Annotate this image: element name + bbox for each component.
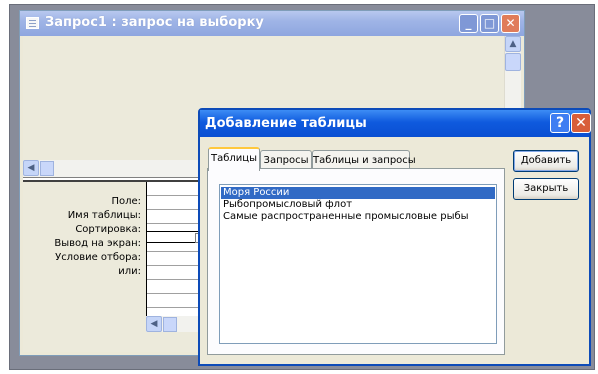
maximize-button[interactable]: □ <box>480 14 499 33</box>
scroll-left-icon[interactable]: ◀ <box>23 160 39 176</box>
query-icon <box>26 17 39 29</box>
grid-label-show: Вывод на экран: <box>54 238 141 249</box>
tab-tables[interactable]: Таблицы <box>208 147 260 171</box>
add-button[interactable]: Добавить <box>513 150 579 172</box>
list-item[interactable]: Рыбопромысловый флот <box>221 199 495 211</box>
dialog-title: Добавление таблицы <box>205 116 367 131</box>
close-button[interactable]: ✕ <box>501 14 520 33</box>
dialog-close-button[interactable]: ✕ <box>571 113 591 133</box>
grid-label-sort: Сортировка: <box>75 224 141 235</box>
minimize-button[interactable]: _ <box>459 14 478 33</box>
scroll-up-icon[interactable]: ▲ <box>505 36 521 52</box>
query-window-title: Запрос1 : запрос на выборку <box>45 15 264 30</box>
scroll-thumb[interactable] <box>40 161 54 176</box>
query-window-titlebar[interactable]: Запрос1 : запрос на выборку _ □ ✕ <box>20 11 524 36</box>
tab-panel: Моря России Рыбопромысловый флот Самые р… <box>207 168 505 355</box>
list-item[interactable]: Моря России <box>221 187 495 199</box>
grid-label-table: Имя таблицы: <box>67 210 141 221</box>
grid-label-criteria: Условие отбора: <box>55 252 141 263</box>
grid-horizontal-scrollbar[interactable]: ◀ <box>146 316 206 332</box>
dialog-titlebar[interactable]: Добавление таблицы ? ✕ <box>200 110 591 137</box>
grid-label-field: Поле: <box>111 196 141 207</box>
table-list[interactable]: Моря России Рыбопромысловый флот Самые р… <box>219 184 497 344</box>
help-button[interactable]: ? <box>550 113 570 133</box>
scroll-thumb[interactable] <box>505 53 521 71</box>
design-grid[interactable] <box>146 182 206 332</box>
close-dialog-button[interactable]: Закрыть <box>513 178 579 200</box>
scroll-left-icon[interactable]: ◀ <box>146 316 162 332</box>
horizontal-scrollbar[interactable]: ◀ <box>23 160 203 177</box>
add-table-dialog: Добавление таблицы ? ✕ Таблицы Запросы Т… <box>198 108 591 366</box>
grid-label-or: или: <box>118 266 141 277</box>
list-item[interactable]: Самые распространенные промысловые рыбы <box>221 211 495 223</box>
scroll-thumb[interactable] <box>163 317 177 332</box>
grid-cell-selected[interactable] <box>146 231 200 243</box>
